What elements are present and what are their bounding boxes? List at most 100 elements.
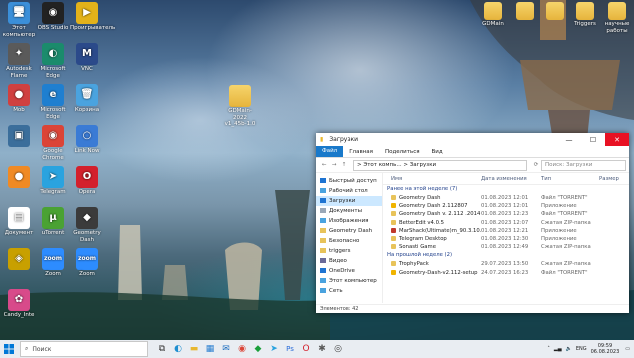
- address-path[interactable]: > Этот компь... > Загрузки: [353, 159, 527, 171]
- nav-item[interactable]: Рабочий стол: [316, 186, 382, 196]
- desktop-icon[interactable]: zoom Zoom: [70, 248, 104, 278]
- desktop-icon[interactable]: ○ Link Now: [70, 125, 104, 155]
- taskbar: ⌕ Поиск ⧉ ◐ ▬ ▦ ✉ ◉ ◆ ➤ Ps O ✱ ◎ ˄ ▂▄ 🔈 ENG 09:59 0…: [0, 340, 634, 358]
- desktop-folder[interactable]: GDMain: [478, 2, 508, 28]
- desktop-icon-label: Документ: [4, 230, 34, 236]
- group-header[interactable]: На прошлой неделе (2): [383, 251, 629, 260]
- desktop-folder[interactable]: Triggers: [570, 2, 600, 28]
- language-indicator[interactable]: ENG: [576, 346, 587, 352]
- minimize-button[interactable]: —: [557, 133, 581, 146]
- taskbar-app-file-explorer[interactable]: ▬: [186, 340, 202, 358]
- desktop-icon[interactable]: µ uTorrent: [36, 207, 70, 237]
- nav-item[interactable]: Сеть: [316, 286, 382, 296]
- taskbar-app-geometry-dash[interactable]: ◆: [250, 340, 266, 358]
- file-row[interactable]: TrophyPack 29.07.2023 13:50 Сжатая ZIP-пап…: [383, 260, 629, 268]
- desktop-folder[interactable]: [510, 2, 540, 21]
- file-row[interactable]: Sonasti Game 01.08.2023 12:49 Сжатая ZIP-п…: [383, 243, 629, 251]
- desktop-icon[interactable]: 🗑 Корзина: [70, 84, 104, 114]
- column-size[interactable]: Размер: [599, 176, 629, 182]
- file-row[interactable]: Telegram Desktop 01.08.2023 12:30 Приложен…: [383, 235, 629, 243]
- refresh-icon[interactable]: ⟳: [531, 162, 541, 168]
- desktop-icon[interactable]: ◈: [2, 248, 36, 271]
- nav-item[interactable]: Этот компьютер: [316, 276, 382, 286]
- app-icon: ✿: [8, 289, 30, 311]
- notifications-icon[interactable]: ▭: [625, 346, 630, 352]
- desktop-icon-label: Корзина: [74, 107, 100, 113]
- nav-item-label: OneDrive: [329, 268, 355, 274]
- nav-item[interactable]: Быстрый доступ: [316, 176, 382, 186]
- file-row[interactable]: Geometry Dash 01.08.2023 12:01 Файл "TORRE…: [383, 194, 629, 202]
- desktop-folder-gdmain[interactable]: GDMain-2022 v1_45b-1.0: [222, 85, 258, 128]
- taskbar-app-opera[interactable]: O: [298, 340, 314, 358]
- column-type[interactable]: Тип: [541, 176, 599, 182]
- maximize-button[interactable]: ☐: [581, 133, 605, 146]
- app-icon: ◈: [8, 248, 30, 270]
- desktop-icon[interactable]: ▶ Проигрыватель: [70, 2, 115, 32]
- taskbar-app-app-y[interactable]: ◎: [330, 340, 346, 358]
- forward-arrow-icon[interactable]: →: [329, 162, 339, 168]
- desktop-icon[interactable]: O Opera: [70, 166, 104, 196]
- search-input[interactable]: Поиск: Загрузки: [541, 159, 626, 171]
- taskbar-app-mail[interactable]: ✉: [218, 340, 234, 358]
- desktop-icon-label: uTorrent: [41, 230, 65, 236]
- desktop-icon[interactable]: 🖥 Этот компьютер: [2, 2, 36, 38]
- nav-item[interactable]: Загрузки: [316, 196, 382, 206]
- tab-home[interactable]: Главная: [343, 149, 379, 155]
- taskbar-app-store[interactable]: ▦: [202, 340, 218, 358]
- file-row[interactable]: MarShack(Ultimate)m_90.3.10.1004_subw...…: [383, 227, 629, 235]
- nav-item-label: Изображения: [329, 218, 369, 224]
- taskbar-app-edge[interactable]: ◐: [170, 340, 186, 358]
- desktop-icon[interactable]: ◆ Geometry Dash: [70, 207, 104, 243]
- desktop-icon[interactable]: ✿ Candy_Inte: [2, 289, 36, 319]
- desktop-icon[interactable]: ▤ Документ: [2, 207, 36, 237]
- desktop-icon[interactable]: ▣: [2, 125, 36, 148]
- file-row[interactable]: Geometry-Dash-v2.112-setup 24.07.2023 16:…: [383, 269, 629, 277]
- file-row[interactable]: BetterEdit v4.0.5 01.08.2023 12:07 Сжатая …: [383, 219, 629, 227]
- nav-item[interactable]: Видео: [316, 256, 382, 266]
- network-icon[interactable]: ▂▄: [554, 346, 562, 352]
- nav-item[interactable]: triggers: [316, 246, 382, 256]
- taskbar-app-photoshop[interactable]: Ps: [282, 340, 298, 358]
- taskbar-app-telegram[interactable]: ➤: [266, 340, 282, 358]
- up-arrow-icon[interactable]: ↑: [339, 162, 349, 168]
- app-icon: ▤: [8, 207, 30, 229]
- desktop-icon[interactable]: ◉ Google Chrome: [36, 125, 70, 161]
- folder-icon: [516, 2, 534, 20]
- taskbar-app-task-view[interactable]: ⧉: [154, 340, 170, 358]
- back-arrow-icon[interactable]: ←: [319, 162, 329, 168]
- nav-item[interactable]: Безопасно: [316, 236, 382, 246]
- taskbar-search[interactable]: ⌕ Поиск: [20, 341, 148, 357]
- nav-item[interactable]: Изображения: [316, 216, 382, 226]
- desktop-icon[interactable]: M VNC: [70, 43, 104, 73]
- desktop-icon[interactable]: ◐ Microsoft Edge: [36, 43, 70, 79]
- desktop-icon[interactable]: e Microsoft Edge: [36, 84, 70, 120]
- nav-item[interactable]: Документы: [316, 206, 382, 216]
- desktop-icon[interactable]: ●: [2, 166, 36, 189]
- desktop-icon[interactable]: ➤ Telegram: [36, 166, 70, 196]
- nav-item[interactable]: Geometry Dash: [316, 226, 382, 236]
- file-date: 24.07.2023 16:23: [481, 269, 529, 276]
- window-titlebar[interactable]: ▮ Загрузки — ☐ ✕: [316, 133, 629, 146]
- desktop-icon[interactable]: ✦ Autodesk Flame: [2, 43, 36, 79]
- column-date[interactable]: Дата изменения: [481, 176, 541, 182]
- desktop-icon[interactable]: ◉ OBS Studio: [36, 2, 70, 32]
- tab-share[interactable]: Поделиться: [379, 149, 426, 155]
- taskbar-app-app-x[interactable]: ✱: [314, 340, 330, 358]
- desktop-icon[interactable]: ● Mob: [2, 84, 36, 114]
- tab-view[interactable]: Вид: [426, 149, 449, 155]
- nav-item[interactable]: OneDrive: [316, 266, 382, 276]
- file-row[interactable]: Geometry Dash v. 2.112 .2014 01.08.2023 1…: [383, 210, 629, 218]
- desktop-icon[interactable]: zoom Zoom: [36, 248, 70, 278]
- group-header[interactable]: Ранее на этой неделе (7): [383, 185, 629, 194]
- desktop-folder[interactable]: [540, 2, 570, 21]
- column-name[interactable]: Имя: [391, 176, 481, 182]
- tab-file[interactable]: Файл: [316, 146, 344, 157]
- start-button[interactable]: [0, 340, 18, 358]
- chevron-up-icon[interactable]: ˄: [547, 346, 550, 352]
- close-button[interactable]: ✕: [605, 133, 629, 146]
- desktop-folder[interactable]: научные работы: [602, 2, 632, 34]
- taskbar-app-chrome[interactable]: ◉: [234, 340, 250, 358]
- volume-icon[interactable]: 🔈: [566, 346, 572, 352]
- file-row[interactable]: Geometry Dash 2.112807 01.08.2023 12:01 Пр…: [383, 202, 629, 210]
- clock[interactable]: 09:59 06.08.2023: [591, 343, 620, 355]
